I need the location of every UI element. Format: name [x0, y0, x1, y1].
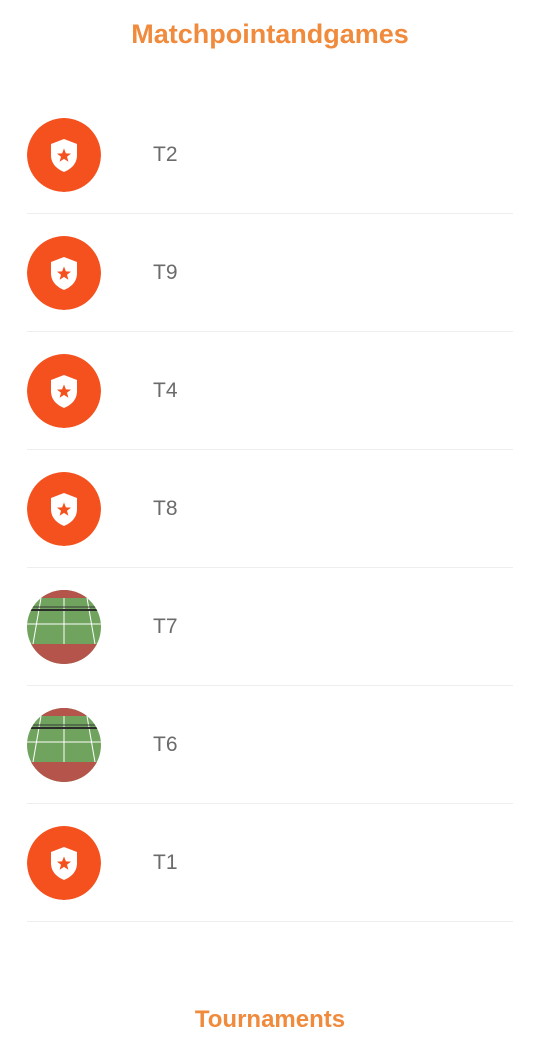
tournament-row[interactable]: T6 — [27, 686, 513, 804]
tournament-row[interactable]: T7 — [27, 568, 513, 686]
tournament-row[interactable]: T1 — [27, 804, 513, 922]
shield-star-icon — [27, 354, 101, 428]
tournament-row[interactable]: T2 — [27, 96, 513, 214]
tournament-row[interactable]: T8 — [27, 450, 513, 568]
tournament-name: T8 — [153, 497, 178, 520]
shield-star-icon — [27, 118, 101, 192]
app-title: Matchpointandgames — [131, 19, 409, 49]
tab-tournaments[interactable]: Tournaments — [0, 1000, 540, 1040]
tennis-court-icon — [27, 708, 101, 782]
shield-star-icon — [27, 826, 101, 900]
tournament-name: T2 — [153, 143, 178, 166]
tournament-name: T7 — [153, 615, 178, 638]
shield-star-icon — [27, 236, 101, 310]
tournament-row[interactable]: T9 — [27, 214, 513, 332]
tournament-row[interactable]: T4 — [27, 332, 513, 450]
tournament-name: T9 — [153, 261, 178, 284]
tournament-name: T6 — [153, 733, 178, 756]
tennis-court-icon — [27, 590, 101, 664]
tournament-list: T2 T9 T4 T8 T7 T6 T1 — [27, 96, 513, 922]
tournament-name: T4 — [153, 379, 178, 402]
shield-star-icon — [27, 472, 101, 546]
tournament-name: T1 — [153, 851, 178, 874]
